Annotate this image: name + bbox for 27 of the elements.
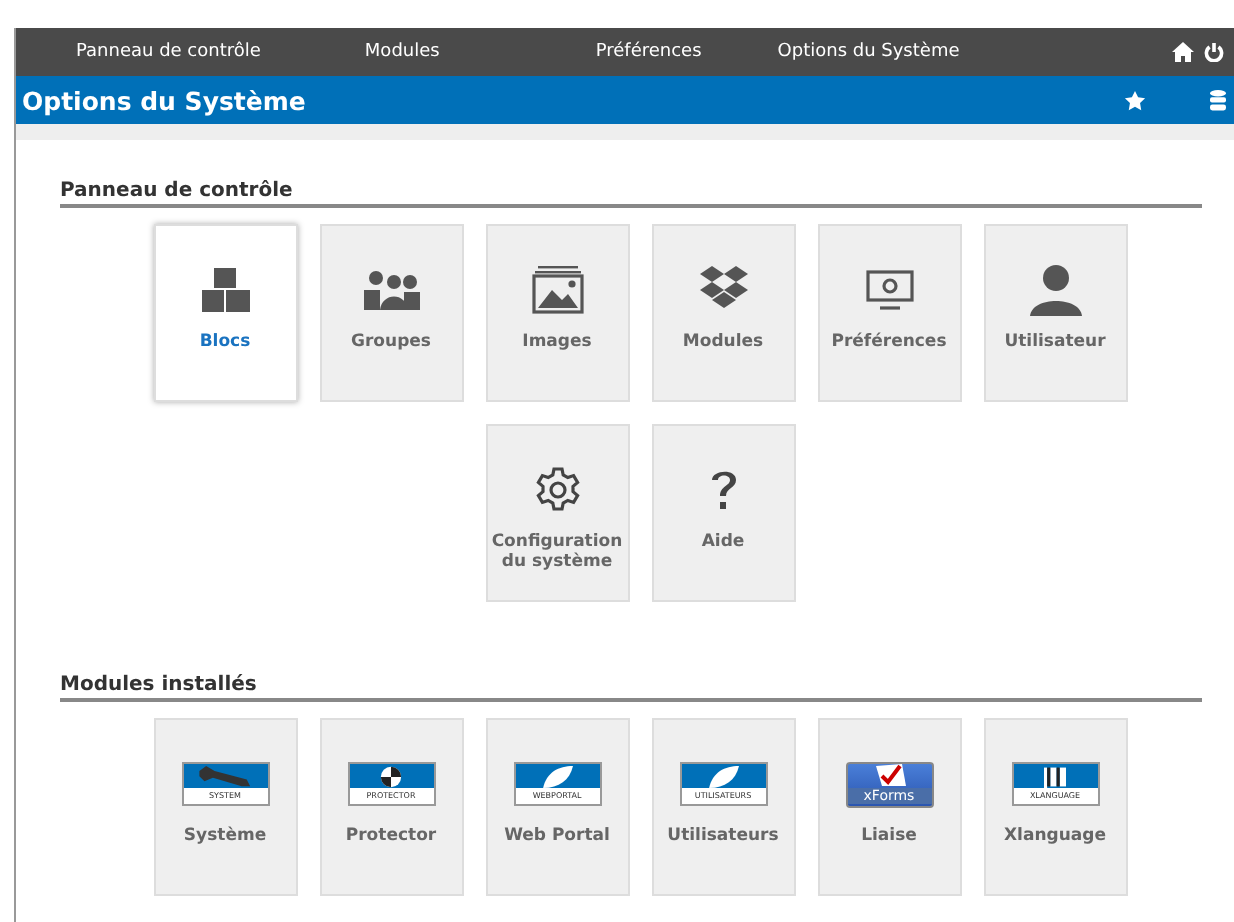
image-icon <box>531 266 583 314</box>
power-icon[interactable] <box>1204 42 1224 62</box>
section-heading: Modules installés <box>60 674 1202 702</box>
section-heading: Panneau de contrôle <box>60 180 1202 208</box>
nav-link[interactable]: Préférences <box>595 42 702 62</box>
blocks-icon <box>201 268 249 312</box>
page-title: Options du Système <box>22 85 306 115</box>
tile-button[interactable]: Préférences <box>817 224 961 402</box>
nav-link[interactable]: Options du Système <box>777 42 960 62</box>
tile-button[interactable]: Blocs <box>153 224 297 402</box>
tile-button[interactable]: Modules <box>651 224 795 402</box>
tile-button[interactable]: Configuration du système <box>485 424 629 602</box>
group-icon <box>363 270 419 310</box>
tile-button[interactable]: Images <box>485 224 629 402</box>
nav-link[interactable]: Panneau de contrôle <box>76 42 261 62</box>
tile-button[interactable]: Groupes <box>319 224 463 402</box>
home-icon[interactable] <box>1172 42 1194 62</box>
gear-icon <box>533 466 581 514</box>
tile-button[interactable]: Utilisateur <box>983 224 1127 402</box>
user-icon <box>1029 264 1081 316</box>
star-icon[interactable] <box>1124 89 1146 111</box>
tile-button[interactable]: Aide <box>651 424 795 602</box>
nav-link[interactable]: Modules <box>364 42 440 62</box>
database-icon[interactable] <box>1210 89 1226 111</box>
monitor-icon <box>865 270 913 310</box>
boxes-icon <box>697 266 749 314</box>
question-mark-icon <box>709 468 737 512</box>
